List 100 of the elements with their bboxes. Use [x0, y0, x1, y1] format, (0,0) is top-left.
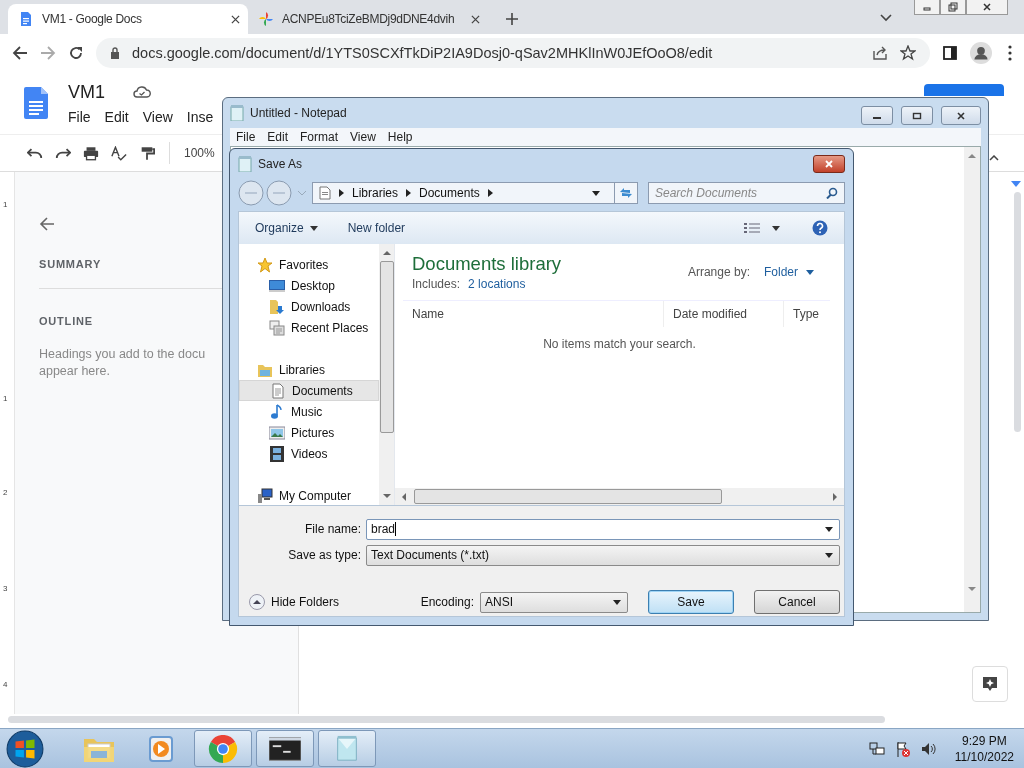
nav-item[interactable]: Desktop — [239, 275, 379, 296]
arrow-up-icon[interactable] — [968, 153, 976, 158]
dropdown-arrow-icon[interactable] — [613, 599, 621, 605]
view-options-icon[interactable] — [744, 222, 760, 234]
browser-tab[interactable]: VM1 - Google Docs — [8, 4, 248, 34]
search-field[interactable]: Search Documents — [648, 182, 845, 204]
scrollbar[interactable] — [395, 488, 844, 505]
menu-item[interactable]: View — [142, 108, 173, 125]
nav-item[interactable]: Downloads — [239, 296, 379, 317]
maximize-button[interactable] — [901, 106, 933, 125]
restore-icon — [948, 2, 958, 12]
arrow-left-icon[interactable] — [401, 492, 406, 501]
menu-item[interactable]: Edit — [267, 130, 289, 144]
collapse-icon[interactable] — [989, 155, 999, 161]
save-button[interactable]: Save — [648, 590, 734, 614]
dropdown-arrow-icon[interactable] — [825, 526, 833, 532]
star-icon[interactable] — [900, 45, 916, 61]
dropdown-arrow-icon[interactable] — [772, 225, 780, 231]
nav-item[interactable]: Music — [239, 401, 379, 422]
scrollbar-thumb[interactable] — [8, 716, 885, 723]
cancel-button[interactable]: Cancel — [754, 590, 840, 614]
arrow-down-icon[interactable] — [968, 587, 976, 592]
new-folder-button[interactable]: New folder — [347, 221, 406, 235]
indent-marker-icon[interactable] — [1011, 181, 1021, 187]
profile-avatar[interactable] — [970, 42, 992, 64]
back-icon[interactable] — [12, 45, 28, 61]
arrow-right-icon[interactable] — [339, 189, 344, 197]
file-name-field[interactable]: brad — [366, 518, 840, 540]
menu-item[interactable]: File — [236, 130, 256, 144]
column-header[interactable]: Type — [783, 301, 830, 327]
menu-item[interactable]: Edit — [104, 108, 129, 125]
close-button[interactable] — [813, 155, 845, 173]
breadcrumb-item[interactable]: Documents — [419, 186, 480, 200]
save-type-dropdown[interactable]: Text Documents (*.txt) — [366, 544, 840, 566]
share-icon[interactable] — [872, 45, 888, 61]
scrollbar[interactable] — [379, 244, 394, 505]
locations-link[interactable]: 2 locations — [468, 277, 526, 291]
menu-item[interactable]: View — [350, 130, 376, 144]
document-icon — [270, 382, 286, 399]
nav-item[interactable]: Favorites — [239, 254, 379, 275]
library-title: Documents library — [412, 253, 562, 275]
collapse-icon[interactable] — [249, 594, 265, 610]
spellcheck-icon[interactable] — [111, 145, 127, 161]
explore-button[interactable] — [972, 666, 1008, 702]
arrow-right-icon[interactable] — [487, 189, 493, 197]
ruler-number: 1 — [3, 200, 8, 209]
dropdown-arrow-icon[interactable] — [592, 190, 600, 196]
docs-logo-icon[interactable] — [24, 87, 48, 119]
arrow-down-icon[interactable] — [382, 494, 391, 499]
arrange-dropdown[interactable]: Folder — [764, 265, 798, 279]
restore-button[interactable] — [940, 0, 966, 15]
scrollbar[interactable] — [964, 147, 980, 612]
help-icon[interactable] — [812, 220, 828, 236]
start-button[interactable] — [6, 729, 44, 768]
zoom-dropdown[interactable]: 100% — [184, 146, 215, 160]
nav-item[interactable]: Libraries — [239, 359, 379, 380]
network-icon[interactable] — [868, 740, 885, 757]
cloud-check-icon[interactable] — [133, 86, 151, 98]
nav-item[interactable]: Documents — [239, 380, 379, 401]
menu-item[interactable]: Inse — [186, 108, 214, 125]
arrow-up-icon[interactable] — [382, 250, 391, 255]
taskbar-app[interactable] — [256, 730, 314, 767]
browser-tab[interactable]: ACNPEu8TciZeBMDj9dDNE4dvih — [248, 4, 488, 34]
dropdown-arrow-icon[interactable] — [309, 225, 318, 231]
nav-item[interactable]: Pictures — [239, 422, 379, 443]
menu-item[interactable]: Help — [387, 130, 413, 144]
back-arrow-icon[interactable] — [39, 216, 55, 232]
address-bar[interactable]: Libraries Documents — [312, 182, 638, 204]
column-header[interactable]: Date modified — [663, 301, 783, 327]
organize-menu[interactable]: Organize — [255, 221, 304, 235]
close-button[interactable] — [941, 106, 981, 125]
paint-format-icon[interactable] — [139, 145, 155, 161]
column-header[interactable]: Name — [403, 301, 663, 327]
side-panel-icon[interactable] — [942, 45, 958, 61]
minimize-button[interactable] — [861, 106, 893, 125]
menu-item[interactable]: File — [68, 108, 91, 125]
more-icon[interactable] — [1008, 45, 1012, 61]
star-icon — [257, 256, 273, 273]
new-tab-icon[interactable] — [506, 13, 518, 25]
flag-icon[interactable] — [894, 740, 911, 757]
dropdown-arrow-icon[interactable] — [806, 269, 814, 275]
hide-folders-button[interactable]: Hide Folders — [271, 595, 340, 609]
nav-item[interactable]: Recent Places — [239, 317, 379, 338]
print-icon[interactable] — [83, 145, 99, 161]
dropdown-arrow-icon[interactable] — [825, 552, 833, 558]
encoding-dropdown[interactable]: ANSI — [480, 591, 628, 613]
chevron-down-icon[interactable] — [880, 14, 892, 22]
close-icon[interactable] — [231, 14, 240, 24]
close-icon[interactable] — [471, 14, 480, 24]
nav-item[interactable]: My Computer — [239, 485, 379, 506]
outline-heading: OUTLINE — [39, 315, 93, 327]
nav-item[interactable]: Videos — [239, 443, 379, 464]
search-icon[interactable] — [826, 187, 838, 199]
document-title[interactable]: VM1 — [68, 81, 105, 103]
breadcrumb-item[interactable]: Libraries — [352, 186, 399, 200]
reload-icon[interactable] — [68, 45, 84, 61]
scrollbar-thumb[interactable] — [1014, 192, 1021, 432]
address-bar[interactable]: docs.google.com/document/d/1YTS0SCXfTkDiP2IA9Dosj0-qSav2MHKlInW0JEfOoO8/edit — [96, 38, 930, 68]
arrow-right-icon[interactable] — [406, 189, 412, 197]
menu-item[interactable]: Format — [300, 130, 339, 144]
